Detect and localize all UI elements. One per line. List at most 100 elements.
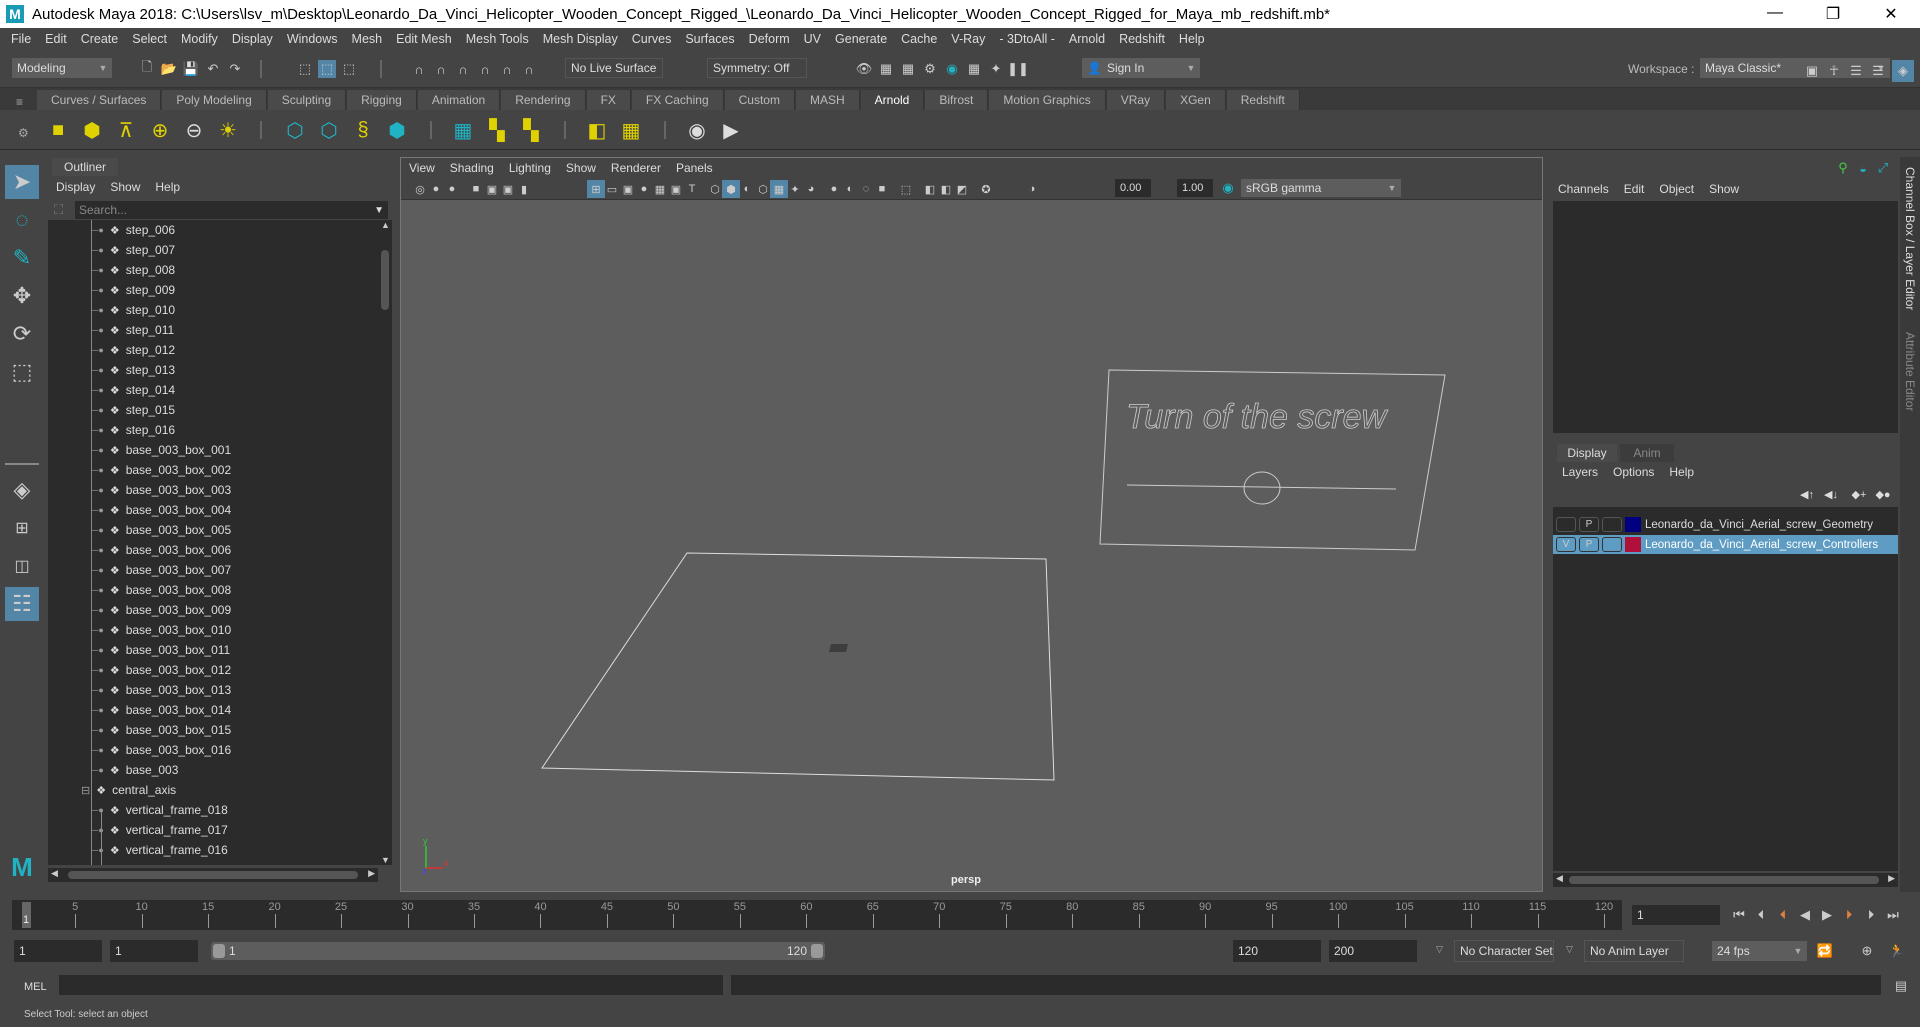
scrollbar-thumb[interactable]: [68, 871, 358, 879]
curve-collector-icon[interactable]: §: [350, 117, 376, 143]
shelf-tab-sculpting[interactable]: Sculpting: [267, 90, 347, 110]
hypershade-icon[interactable]: ◉: [943, 60, 961, 78]
menu-windows[interactable]: Windows: [280, 32, 345, 46]
symmetry-field[interactable]: Symmetry: Off: [707, 58, 807, 78]
rotate-tool-icon[interactable]: ⟳: [5, 317, 39, 351]
menu-mesh-tools[interactable]: Mesh Tools: [459, 32, 536, 46]
outliner-item[interactable]: ─● ❖ step_010: [92, 300, 175, 320]
outliner-item[interactable]: ─● ❖ base_003_box_016: [92, 740, 231, 760]
outliner-item[interactable]: ⊟ ❖ central_axis: [81, 780, 176, 800]
outliner-item[interactable]: ─● ❖ base_003_box_015: [92, 720, 231, 740]
outliner-item[interactable]: ─● ❖ base_003_box_014: [92, 700, 231, 720]
two-view-layout-icon[interactable]: ◫: [5, 549, 39, 583]
menu-mesh[interactable]: Mesh: [345, 32, 390, 46]
create-standin-icon[interactable]: ⬡: [282, 117, 308, 143]
outliner-menu-display[interactable]: Display: [56, 180, 95, 194]
outliner-item[interactable]: ─● ❖ base_003_box_007: [92, 560, 231, 580]
shelf-menu-icon[interactable]: ≡: [16, 95, 23, 109]
lasso-tool-icon[interactable]: ◌: [5, 203, 39, 237]
edit-menu[interactable]: Edit: [1624, 182, 1645, 196]
render-play-icon[interactable]: ▶: [718, 117, 744, 143]
auto-key-icon[interactable]: ⊕: [1858, 942, 1876, 960]
snap-live-icon[interactable]: ∩: [520, 60, 538, 78]
shelf-tab-curves-surfaces[interactable]: Curves / Surfaces: [37, 90, 162, 110]
select-object-icon[interactable]: ⬚: [318, 60, 336, 78]
save-scene-icon[interactable]: 💾: [182, 60, 200, 78]
scrollbar-thumb[interactable]: [1569, 876, 1879, 884]
shelf-tab-fx-caching[interactable]: FX Caching: [631, 90, 724, 110]
show-menu[interactable]: Show: [1709, 182, 1739, 196]
move-layer-up-icon[interactable]: ◀↑: [1798, 485, 1816, 503]
layer-horizontal-scrollbar[interactable]: ◀ ▶: [1553, 873, 1898, 887]
shelf-tab-xgen[interactable]: XGen: [1166, 90, 1226, 110]
outliner-item[interactable]: ─● ❖ base_003_box_003: [92, 480, 231, 500]
new-scene-icon[interactable]: 🗋: [138, 59, 156, 78]
move-layer-down-icon[interactable]: ◀↓: [1822, 485, 1840, 503]
modeling-toolkit-icon[interactable]: ▣: [1803, 62, 1821, 80]
single-perspective-layout-icon[interactable]: ◈: [5, 473, 39, 507]
shelf-settings-icon[interactable]: ⚙: [18, 126, 29, 140]
layer-row[interactable]: V P Leonardo_da_Vinci_Aerial_screw_Control…: [1553, 535, 1898, 554]
outliner-item[interactable]: ─● ❖ base_003: [92, 760, 178, 780]
shelf-tab-vray[interactable]: VRay: [1106, 90, 1166, 110]
render-current-icon[interactable]: ▦: [877, 60, 895, 78]
anim-layer-chevron-icon[interactable]: ▽: [1566, 944, 1573, 955]
pause-icon[interactable]: ❚❚: [1007, 60, 1029, 78]
minimize-button[interactable]: —: [1746, 4, 1804, 24]
controller-slider-handle[interactable]: [1243, 471, 1281, 505]
attribute-editor-toggle-icon[interactable]: ☰: [1847, 62, 1865, 80]
play-backwards-icon[interactable]: ◀: [1796, 906, 1814, 924]
step-forward-key-icon[interactable]: ⏵: [1840, 906, 1858, 924]
outliner-item[interactable]: ─●❖vertical_frame_015: [92, 860, 228, 865]
snap-curve-icon[interactable]: ∩: [432, 60, 450, 78]
outliner-item[interactable]: ─● ❖ base_003_box_008: [92, 580, 231, 600]
command-input[interactable]: [59, 975, 723, 995]
ipr-render-icon[interactable]: ▦: [899, 60, 917, 78]
volume-icon[interactable]: ⬢: [384, 117, 410, 143]
snap-surface-icon[interactable]: ∩: [498, 60, 516, 78]
menu-create[interactable]: Create: [74, 32, 126, 46]
sign-in-button[interactable]: 👤 Sign In ▼: [1082, 58, 1200, 78]
physical-sky-icon[interactable]: ☀: [215, 117, 241, 143]
layer-display-type-toggle[interactable]: [1602, 537, 1622, 552]
scene-canvas[interactable]: Turn of the screw y x z persp: [401, 158, 1542, 891]
scroll-down-icon[interactable]: ▼: [381, 855, 390, 865]
outliner-item[interactable]: ─● ❖ step_015: [92, 400, 175, 420]
menu-edit-mesh[interactable]: Edit Mesh: [389, 32, 459, 46]
snap-grid-icon[interactable]: ∩: [410, 60, 428, 78]
shelf-tab-motion-graphics[interactable]: Motion Graphics: [989, 90, 1106, 110]
select-tool-icon[interactable]: ➤: [5, 165, 39, 199]
outliner-item[interactable]: ─● ❖ base_003_box_012: [92, 660, 231, 680]
outliner-item[interactable]: ─● ❖ step_009: [92, 280, 175, 300]
outliner-vertical-scrollbar[interactable]: ▲ ▼: [378, 220, 392, 865]
shelf-tab-rigging[interactable]: Rigging: [347, 90, 417, 110]
close-button[interactable]: ✕: [1862, 4, 1920, 24]
menu-file[interactable]: File: [4, 32, 38, 46]
outliner-item[interactable]: ─● ❖ base_003_box_004: [92, 500, 231, 520]
outliner-item[interactable]: ─● ❖ base_003_box_006: [92, 540, 231, 560]
outliner-search-input[interactable]: Search... ▼: [75, 201, 388, 219]
options-menu[interactable]: Options: [1613, 465, 1654, 479]
scroll-right-icon[interactable]: ▶: [1888, 873, 1895, 884]
channel-box-toggle-icon[interactable]: ◈: [1892, 60, 1914, 82]
layer-visibility-toggle[interactable]: V: [1556, 537, 1576, 552]
scene-end-field[interactable]: 200: [1329, 940, 1417, 962]
outliner-horizontal-scrollbar[interactable]: ◀ ▶: [48, 868, 378, 882]
tx-manager-icon[interactable]: ▚: [484, 117, 510, 143]
character-controls-icon[interactable]: ☥: [1825, 62, 1843, 80]
chevron-down-icon[interactable]: ▼: [374, 205, 384, 216]
outliner-item[interactable]: ─● ❖ base_003_box_005: [92, 520, 231, 540]
paint-select-tool-icon[interactable]: ✎: [5, 241, 39, 275]
new-empty-layer-icon[interactable]: ◆+: [1850, 485, 1868, 503]
scroll-left-icon[interactable]: ◀: [1556, 873, 1563, 884]
shelf-tab-mash[interactable]: MASH: [795, 90, 860, 110]
tool-settings-toggle-icon[interactable]: ☰: [1869, 62, 1887, 80]
flush-textures-icon[interactable]: ▚: [518, 117, 544, 143]
loop-icon[interactable]: 🔁: [1816, 942, 1834, 960]
script-editor-icon[interactable]: ▤: [1892, 977, 1910, 995]
outliner-item[interactable]: ─● ❖ step_014: [92, 380, 175, 400]
outliner-item[interactable]: ─● ❖ base_003_box_013: [92, 680, 231, 700]
export-standin-icon[interactable]: ⬡: [316, 117, 342, 143]
scene-start-field[interactable]: 1: [14, 940, 102, 962]
undo-icon[interactable]: ↶: [204, 60, 222, 78]
